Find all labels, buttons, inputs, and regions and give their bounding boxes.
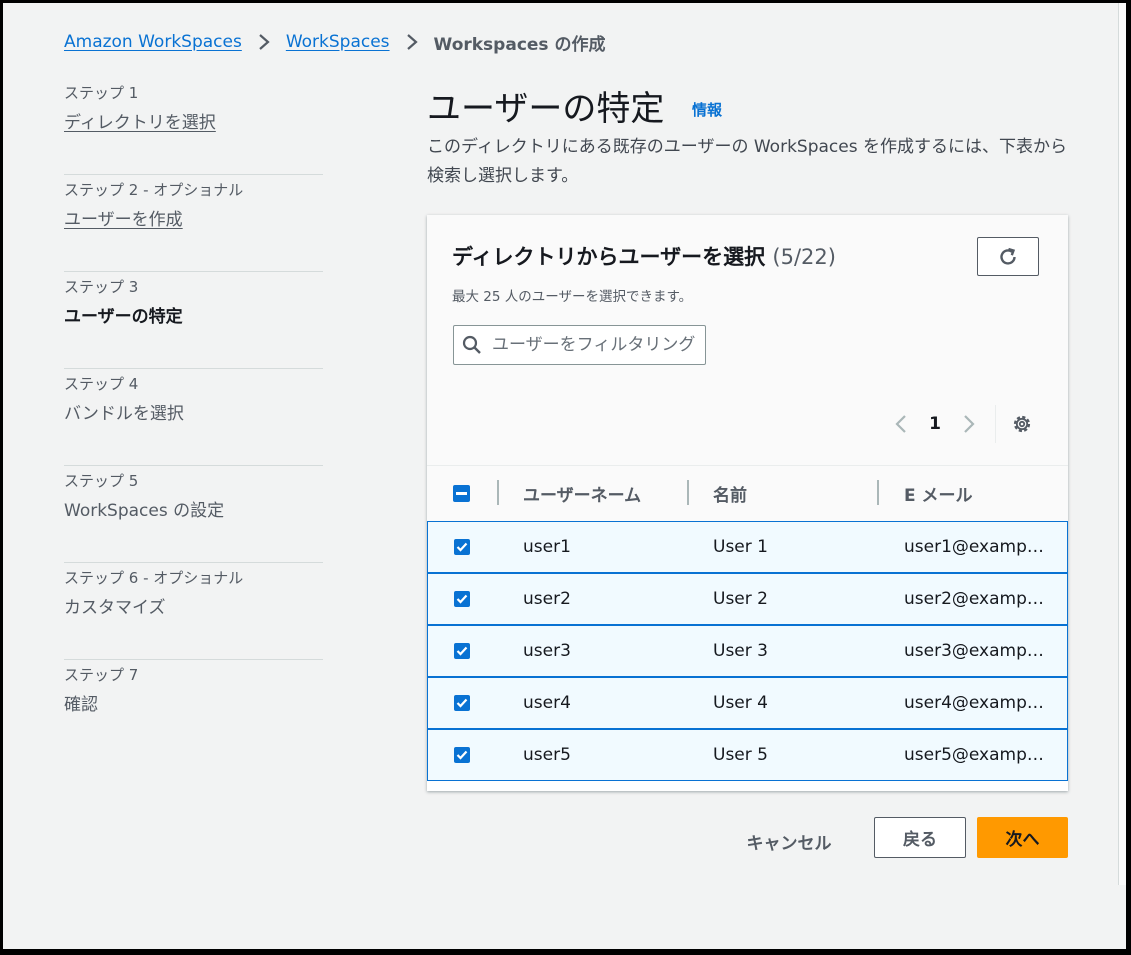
step-6: ステップ 6 - オプショナル カスタマイズ [64, 563, 323, 660]
cell-username: user4 [523, 693, 571, 713]
cell-name: User 2 [713, 589, 768, 609]
search-icon [454, 335, 490, 355]
step-workspaces-settings: WorkSpaces の設定 [64, 501, 225, 521]
breadcrumb-amazon-workspaces[interactable]: Amazon WorkSpaces [64, 32, 242, 52]
column-header-email[interactable]: E メール [904, 466, 973, 521]
step-current-identify-users: ユーザーの特定 [64, 307, 183, 327]
cell-username: user1 [523, 537, 571, 557]
table-description: 最大 25 人のユーザーを選択できます。 [452, 289, 693, 305]
step-review: 確認 [64, 695, 98, 715]
step-7: ステップ 7 確認 [64, 660, 323, 757]
checkbox-checked-icon[interactable] [454, 695, 470, 711]
back-button[interactable]: 戻る [874, 817, 966, 858]
checkbox-checked-icon[interactable] [454, 747, 470, 763]
divider [995, 405, 996, 443]
column-header-username[interactable]: ユーザーネーム [523, 466, 641, 521]
selection-count: (5/22) [772, 245, 836, 269]
table-title: ディレクトリからユーザーを選択 (5/22) [452, 241, 836, 271]
breadcrumb-workspaces[interactable]: WorkSpaces [286, 32, 390, 52]
step-2: ステップ 2 - オプショナル ユーザーを作成 [64, 175, 323, 272]
gear-icon[interactable] [1008, 410, 1036, 438]
step-3: ステップ 3 ユーザーの特定 [64, 272, 323, 369]
column-divider[interactable] [687, 480, 689, 505]
step-link-create-users[interactable]: ユーザーを作成 [64, 210, 183, 230]
step-label: ステップ 5 [64, 472, 139, 490]
chevron-right-icon [253, 31, 275, 53]
filter-input[interactable] [490, 334, 699, 356]
step-link-select-directory[interactable]: ディレクトリを選択 [64, 113, 216, 133]
column-header-name[interactable]: 名前 [713, 466, 747, 521]
refresh-icon [1000, 247, 1016, 265]
table-row[interactable]: user5 User 5 user5@examp… [427, 729, 1068, 781]
step-label: ステップ 3 [64, 278, 139, 296]
table-row[interactable]: user3 User 3 user3@examp… [427, 625, 1068, 677]
step-label: ステップ 1 [64, 84, 139, 102]
table-row[interactable]: user4 User 4 user4@examp… [427, 677, 1068, 729]
cell-name: User 3 [713, 641, 768, 661]
step-4: ステップ 4 バンドルを選択 [64, 369, 323, 466]
cell-name: User 5 [713, 745, 768, 765]
step-customize: カスタマイズ [64, 598, 166, 618]
user-filter [453, 325, 706, 365]
info-link[interactable]: 情報 [692, 99, 722, 120]
breadcrumb: Amazon WorkSpaces WorkSpaces Workspaces … [64, 30, 606, 55]
table-title-text: ディレクトリからユーザーを選択 [452, 245, 766, 269]
step-label: ステップ 7 [64, 666, 139, 684]
table-row[interactable]: user1 User 1 user1@examp… [427, 521, 1068, 573]
cell-username: user2 [523, 589, 571, 609]
refresh-button[interactable] [977, 237, 1039, 276]
page-number[interactable]: 1 [915, 414, 955, 434]
cell-username: user3 [523, 641, 571, 661]
column-divider [497, 480, 499, 505]
app-frame: Amazon WorkSpaces WorkSpaces Workspaces … [3, 3, 1126, 949]
step-label: ステップ 6 - オプショナル [64, 569, 244, 587]
users-table-container: ディレクトリからユーザーを選択 (5/22) 最大 25 人のユーザーを選択でき… [427, 215, 1068, 791]
step-label: ステップ 2 - オプショナル [64, 181, 244, 199]
cell-name: User 1 [713, 537, 768, 557]
cancel-button[interactable]: キャンセル [729, 821, 849, 861]
step-5: ステップ 5 WorkSpaces の設定 [64, 466, 323, 563]
chevron-left-icon[interactable] [887, 410, 915, 438]
chevron-right-icon[interactable] [955, 410, 983, 438]
cell-email: user4@examp… [904, 693, 1044, 713]
cell-username: user5 [523, 745, 571, 765]
cell-email: user3@examp… [904, 641, 1044, 661]
checkbox-indeterminate-icon [453, 485, 470, 502]
breadcrumb-current: Workspaces の作成 [433, 34, 606, 55]
step-label: ステップ 4 [64, 375, 139, 393]
next-button[interactable]: 次へ [977, 817, 1068, 858]
pagination: 1 [887, 405, 1036, 443]
checkbox-checked-icon[interactable] [454, 539, 470, 555]
cell-email: user5@examp… [904, 745, 1044, 765]
checkbox-checked-icon[interactable] [454, 643, 470, 659]
column-divider[interactable] [877, 480, 879, 505]
cell-email: user1@examp… [904, 537, 1044, 557]
page-title: ユーザーの特定 [427, 89, 665, 129]
chevron-right-icon [401, 31, 423, 53]
cell-name: User 4 [713, 693, 768, 713]
step-1: ステップ 1 ディレクトリを選択 [64, 78, 323, 175]
checkbox-checked-icon[interactable] [454, 591, 470, 607]
page-description: このディレクトリにある既存のユーザーの WorkSpaces を作成するには、下… [427, 137, 1067, 186]
select-all-checkbox[interactable] [453, 466, 470, 521]
wizard-steps: ステップ 1 ディレクトリを選択 ステップ 2 - オプショナル ユーザーを作成… [64, 78, 323, 757]
step-select-bundle: バンドルを選択 [64, 404, 184, 424]
cell-email: user2@examp… [904, 589, 1044, 609]
table-header-area: ディレクトリからユーザーを選択 (5/22) 最大 25 人のユーザーを選択でき… [427, 215, 1068, 466]
scrollbar[interactable] [1118, 3, 1126, 885]
table-header-row: ユーザーネーム 名前 E メール [427, 466, 1068, 521]
table-row[interactable]: user2 User 2 user2@examp… [427, 573, 1068, 625]
